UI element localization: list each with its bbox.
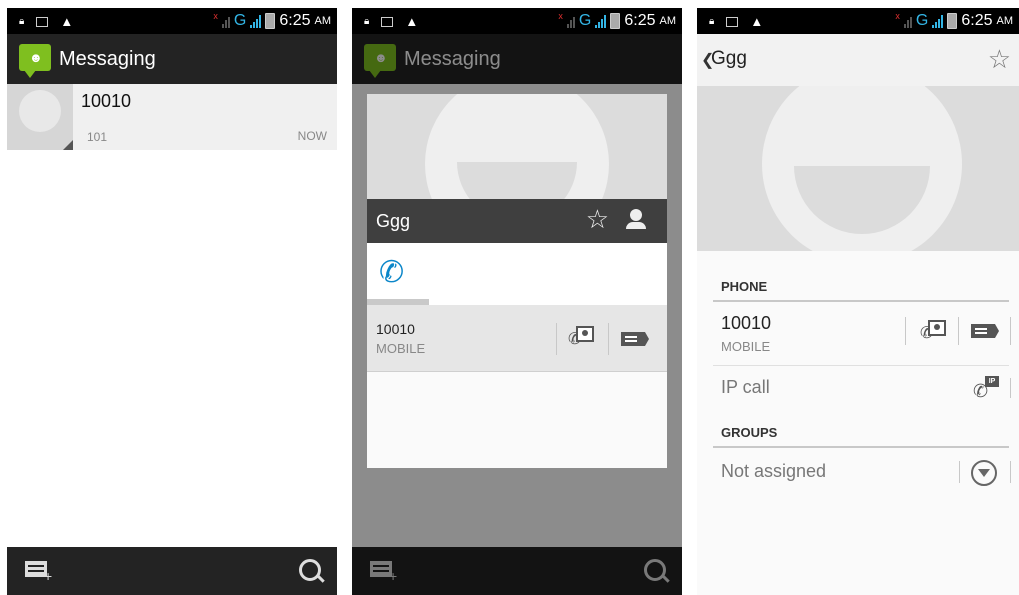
messaging-app-icon: ☻ (19, 44, 51, 78)
status-bar: 🔒︎ ▲ x G 6:25 AM (697, 8, 1019, 34)
ip-call-icon[interactable]: ✆ IP (973, 376, 999, 400)
battery-icon (947, 13, 958, 29)
conversation-time: NOW (297, 129, 327, 143)
contact-details-screen: 🔒︎ ▲ x G 6:25 AM ❮ Ggg ☆ PHONE 10010 MOBI… (697, 8, 1019, 595)
conversation-name: 10010 (81, 91, 132, 111)
clock-ampm: AM (314, 15, 332, 27)
quick-contact-card: Ggg ☆ ✆ 10010 MOBILE ✆ (367, 94, 667, 468)
signal-icon (221, 14, 230, 28)
ip-call-row[interactable]: IP call ✆ IP (697, 366, 1019, 408)
bottom-bar (7, 547, 337, 595)
divider (556, 323, 557, 355)
clock-ampm: AM (996, 15, 1014, 27)
search-icon[interactable] (299, 559, 321, 581)
phone-number: 10010 (376, 321, 415, 337)
contact-name-bar: Ggg ☆ (367, 199, 667, 243)
clock-ampm: AM (659, 15, 677, 27)
warning-icon: ▲ (750, 14, 764, 29)
divider (1010, 317, 1011, 345)
status-bar: 🔒︎ ▲ x G 6:25 AM (352, 8, 682, 34)
battery-icon (265, 13, 276, 29)
groups-selector[interactable]: Not assigned (697, 449, 1019, 493)
signal-icon (903, 14, 912, 28)
signal-icon (566, 14, 575, 28)
signal-bars-icon (932, 14, 944, 28)
signal-bars-icon (250, 14, 262, 28)
section-divider (713, 446, 1009, 448)
divider (608, 323, 609, 355)
phone-call-icon[interactable]: ✆ (379, 255, 404, 290)
no-signal-icon: x (895, 11, 900, 21)
star-icon[interactable]: ☆ (586, 204, 609, 235)
image-icon (381, 16, 394, 27)
groups-section-header: GROUPS (721, 425, 778, 440)
action-bar: ☻ Messaging (7, 34, 337, 84)
ip-call-label: IP call (721, 377, 770, 397)
network-type-label: G (233, 12, 247, 29)
battery-icon (610, 13, 621, 29)
dropdown-icon[interactable] (971, 460, 997, 486)
status-bar: 🔒︎ ▲ x G 6:25 AM (7, 8, 337, 34)
lock-icon: 🔒︎ (709, 16, 715, 27)
divider (1010, 461, 1011, 483)
contact-avatar[interactable] (7, 84, 73, 150)
video-call-icon[interactable]: ✆ (920, 320, 946, 342)
phone-number-type: MOBILE (721, 339, 771, 354)
action-bar: ❮ Ggg ☆ (697, 34, 1019, 87)
image-icon (36, 16, 49, 27)
image-icon (726, 16, 739, 27)
phone-section-header: PHONE (721, 279, 768, 294)
card-empty-area (367, 372, 667, 468)
phone-number: 10010 (721, 313, 772, 333)
divider (905, 317, 906, 345)
action-tabs: ✆ (367, 243, 667, 305)
video-call-icon[interactable]: ✆ (568, 326, 594, 348)
clock: 6:25 (961, 12, 993, 29)
contact-details-body: PHONE 10010 MOBILE ✆ IP call ✆ IP GROUPS … (697, 251, 1019, 595)
no-signal-icon: x (213, 11, 218, 21)
contact-title[interactable]: Ggg (711, 48, 747, 70)
signal-bars-icon (595, 14, 607, 28)
app-title: Messaging (59, 48, 156, 70)
clock: 6:25 (279, 12, 311, 29)
lock-icon: 🔒︎ (364, 16, 370, 27)
no-signal-icon: x (558, 11, 563, 21)
network-type-label: G (578, 12, 592, 29)
warning-icon: ▲ (405, 14, 419, 29)
contact-photo (367, 94, 667, 199)
divider (959, 461, 960, 483)
network-type-label: G (915, 12, 929, 29)
clock: 6:25 (624, 12, 656, 29)
send-message-icon[interactable] (621, 332, 649, 346)
phone-number-type: MOBILE (376, 341, 426, 356)
phone-number-row[interactable]: 10010 MOBILE ✆ (367, 305, 667, 372)
section-divider (713, 300, 1009, 302)
contact-photo (697, 86, 1019, 251)
divider (958, 317, 959, 345)
conversation-snippet: 101 (87, 130, 108, 144)
compose-message-icon[interactable] (25, 561, 52, 584)
lock-icon: 🔒︎ (19, 16, 25, 27)
contact-details-icon[interactable] (625, 209, 647, 231)
star-icon[interactable]: ☆ (988, 44, 1011, 75)
send-message-icon[interactable] (971, 324, 999, 338)
contact-name: Ggg (376, 211, 411, 231)
warning-icon: ▲ (60, 14, 74, 29)
groups-value: Not assigned (721, 461, 827, 481)
quick-contact-screen: 🔒︎ ▲ x G 6:25AM ☻ Messaging Ggg ☆ ✆ (352, 8, 682, 595)
divider (1010, 378, 1011, 398)
messaging-screen: 🔒︎ ▲ x G 6:25 AM ☻ Messaging 10010 101 NO… (7, 8, 337, 595)
phone-number-row[interactable]: 10010 MOBILE ✆ (697, 303, 1019, 365)
conversation-list-item[interactable]: 10010 101 NOW (7, 84, 337, 150)
